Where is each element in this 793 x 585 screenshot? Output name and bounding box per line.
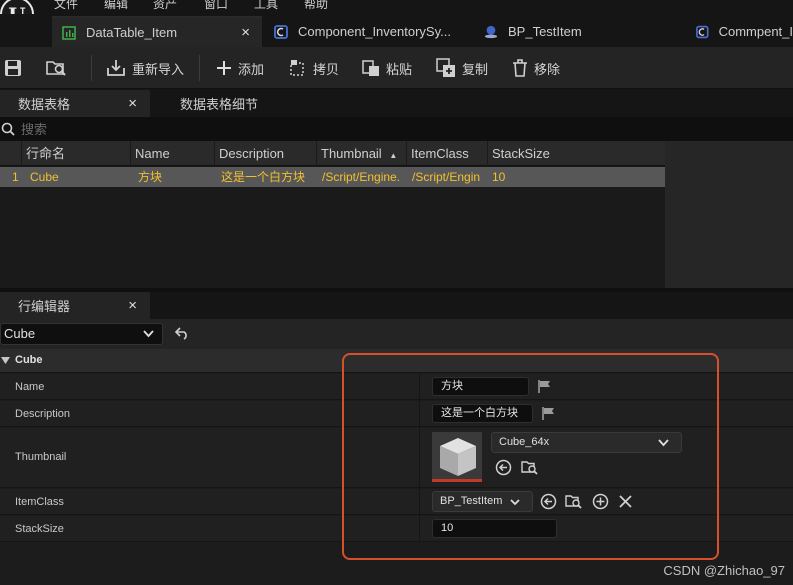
cell-thumbnail[interactable]: /Script/Engine. bbox=[318, 167, 406, 187]
property-label: ItemClass bbox=[15, 496, 64, 508]
cell-stacksize[interactable]: 10 bbox=[488, 167, 588, 187]
watermark: CSDN @Zhichao_97 bbox=[663, 563, 785, 578]
table-row[interactable]: 1 Cube 方块 这是一个白方块 /Script/Engine. /Scrip… bbox=[0, 167, 665, 187]
tab-close-button[interactable]: × bbox=[128, 95, 137, 112]
tab-label: 行编辑器 bbox=[18, 299, 71, 314]
reset-arrow-icon[interactable] bbox=[175, 327, 189, 340]
column-header-row-name[interactable]: 行命名 bbox=[21, 141, 130, 166]
reimport-label: 重新导入 bbox=[132, 61, 185, 77]
trash-icon bbox=[513, 59, 527, 77]
menu-window[interactable]: 窗口 bbox=[204, 0, 228, 12]
add-button[interactable]: 添加 bbox=[216, 47, 264, 89]
column-label: Thumbnail bbox=[321, 146, 382, 161]
reimport-icon bbox=[107, 60, 125, 76]
duplicate-button[interactable]: 复制 bbox=[436, 47, 488, 89]
table-empty-area bbox=[665, 141, 793, 288]
datatable-icon bbox=[62, 25, 76, 40]
duplicate-icon bbox=[436, 58, 455, 77]
cell-description[interactable]: 这是一个白方块 bbox=[217, 167, 316, 187]
add-label: 添加 bbox=[238, 61, 265, 77]
row-editor-tab-bar: 行编辑器 × bbox=[0, 292, 793, 319]
save-button[interactable] bbox=[4, 47, 28, 89]
paste-button[interactable]: 粘贴 bbox=[362, 47, 412, 89]
tab-component-inventory[interactable]: Component_InventorySy... bbox=[262, 16, 472, 47]
browse-folder-icon bbox=[46, 61, 66, 76]
copy-button[interactable]: 拷贝 bbox=[289, 47, 339, 89]
cell-itemclass[interactable]: /Script/Engin bbox=[408, 167, 487, 187]
selected-row-label: Cube bbox=[4, 326, 36, 341]
triangle-down-icon bbox=[1, 357, 10, 364]
data-table: 行命名 Name Description Thumbnail ▲ ItemCla… bbox=[0, 141, 665, 288]
menu-asset[interactable]: 资产 bbox=[153, 0, 177, 12]
column-header-itemclass[interactable]: ItemClass bbox=[406, 141, 487, 166]
tab-label: DataTable_Item bbox=[86, 25, 178, 40]
property-label: Description bbox=[15, 408, 71, 420]
panel-tab-bar: 数据表格 × 数据表格细节 bbox=[0, 90, 793, 117]
menu-tools[interactable]: 工具 bbox=[254, 0, 278, 12]
row-editor-toolbar: Cube bbox=[0, 319, 793, 349]
chevron-down-icon bbox=[143, 330, 154, 338]
save-icon bbox=[5, 60, 21, 76]
browse-button[interactable] bbox=[46, 47, 74, 89]
index-column-header bbox=[0, 141, 21, 166]
tab-data-table-details[interactable]: 数据表格细节 bbox=[180, 90, 258, 117]
menu-file[interactable]: 文件 bbox=[54, 0, 78, 12]
menu-help[interactable]: 帮助 bbox=[304, 0, 328, 12]
paste-icon bbox=[362, 60, 379, 76]
blueprint-icon bbox=[696, 25, 709, 38]
tab-close-button[interactable]: × bbox=[241, 24, 250, 41]
tab-row-editor[interactable]: 行编辑器 × bbox=[0, 292, 150, 319]
tab-datatable-item[interactable]: DataTable_Item × bbox=[52, 16, 262, 47]
cell-row-name[interactable]: Cube bbox=[26, 167, 130, 187]
copy-label: 拷贝 bbox=[313, 61, 340, 77]
toolbar: 重新导入 添加 拷贝 粘贴 复制 移除 bbox=[0, 47, 793, 89]
tab-bp-testitem[interactable]: BP_TestItem bbox=[472, 16, 682, 47]
plus-icon bbox=[217, 61, 231, 75]
paste-label: 粘贴 bbox=[386, 61, 413, 77]
remove-button[interactable]: 移除 bbox=[512, 47, 560, 89]
property-label: StackSize bbox=[15, 523, 64, 535]
column-header-name[interactable]: Name bbox=[130, 141, 214, 166]
row-select-dropdown[interactable]: Cube bbox=[0, 323, 163, 345]
property-label: Name bbox=[15, 381, 45, 393]
row-index: 1 bbox=[12, 170, 19, 184]
column-header-thumbnail[interactable]: Thumbnail ▲ bbox=[316, 141, 406, 166]
duplicate-label: 复制 bbox=[462, 61, 489, 77]
column-header-description[interactable]: Description bbox=[214, 141, 316, 166]
tab-label: Commpent_I bbox=[718, 24, 793, 39]
tab-close-button[interactable]: × bbox=[128, 297, 137, 314]
search-input[interactable] bbox=[0, 119, 793, 139]
reimport-button[interactable]: 重新导入 bbox=[106, 47, 184, 89]
tab-label: 数据表格细节 bbox=[180, 97, 259, 112]
actor-icon bbox=[484, 25, 498, 38]
menu-edit[interactable]: 编辑 bbox=[104, 0, 128, 12]
tab-label: 数据表格 bbox=[18, 97, 71, 112]
blueprint-icon bbox=[274, 24, 288, 39]
tab-data-table[interactable]: 数据表格 × bbox=[0, 90, 150, 117]
property-label: Thumbnail bbox=[15, 451, 67, 463]
tab-label: Component_InventorySy... bbox=[298, 24, 451, 39]
tab-label: BP_TestItem bbox=[508, 24, 582, 39]
tab-commpent[interactable]: Commpent_I bbox=[684, 16, 793, 47]
column-header-stacksize[interactable]: StackSize bbox=[487, 141, 665, 166]
category-label: Cube bbox=[15, 354, 43, 366]
table-header: 行命名 Name Description Thumbnail ▲ ItemCla… bbox=[0, 141, 665, 166]
copy-icon bbox=[290, 60, 304, 76]
search-bar bbox=[0, 117, 793, 141]
cell-name[interactable]: 方块 bbox=[134, 167, 214, 187]
menu-bar: U 文件 编辑 资产 窗口 工具 帮助 bbox=[0, 0, 793, 31]
sort-ascending-icon: ▲ bbox=[389, 151, 398, 160]
highlight-annotation bbox=[342, 353, 719, 560]
remove-label: 移除 bbox=[534, 61, 561, 77]
